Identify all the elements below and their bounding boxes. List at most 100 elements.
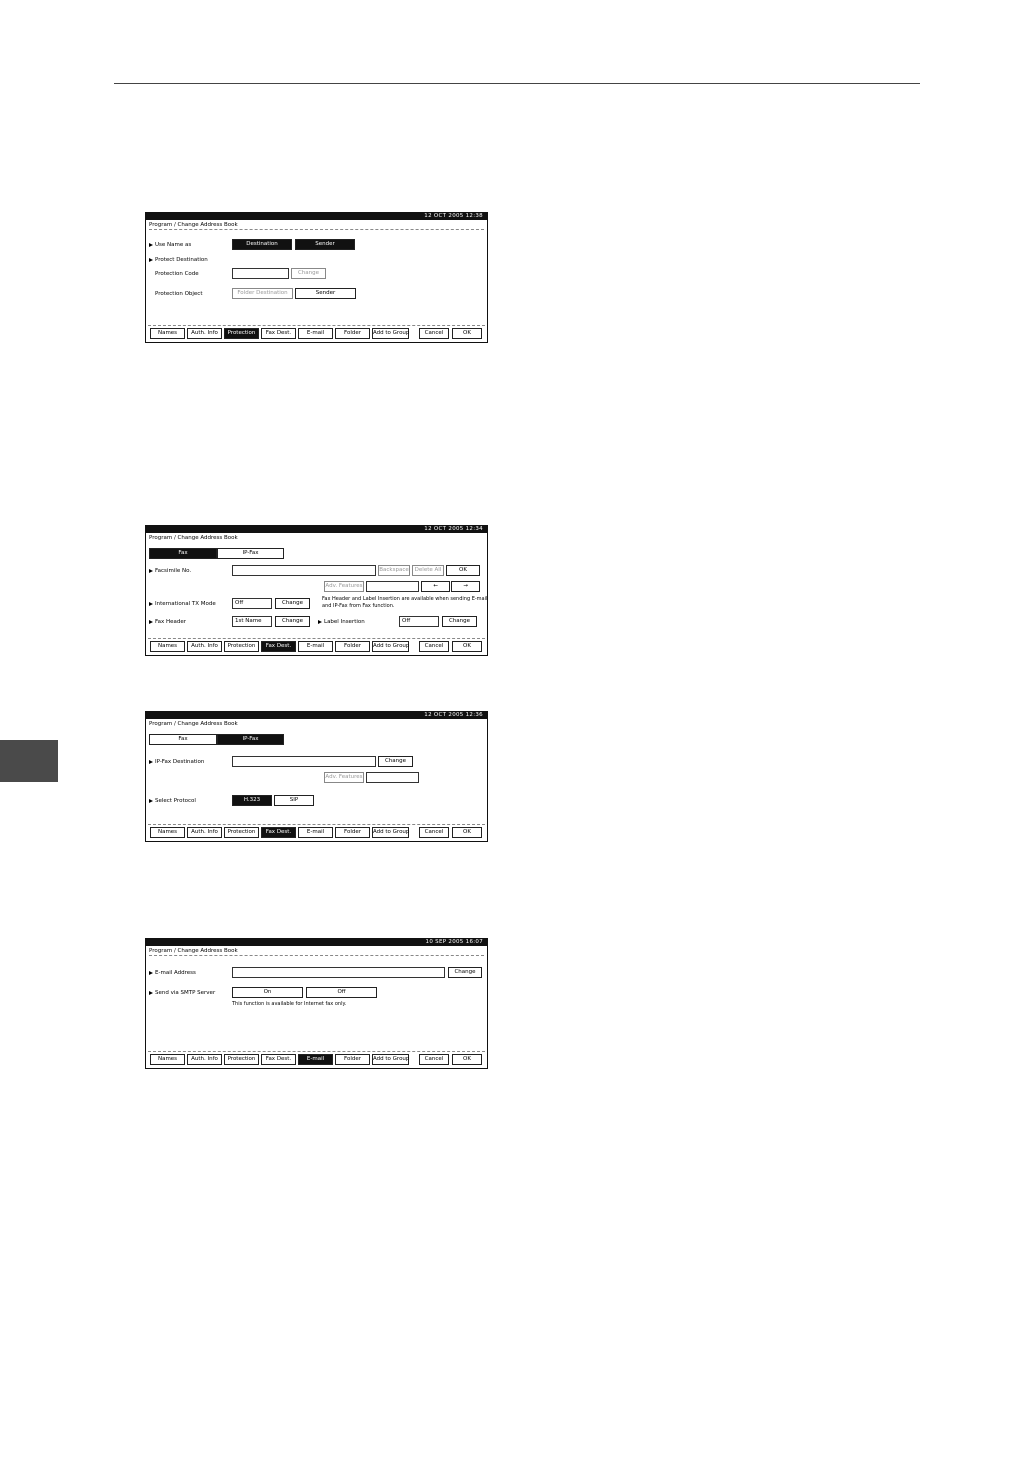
international-tx-change-button[interactable]: Change (275, 598, 310, 609)
bottom-tabs: Names Auth. Info Protection Fax Dest. E-… (148, 824, 485, 839)
email-address-label: E-mail Address (149, 970, 196, 976)
tab-add-to-group[interactable]: Add to Group (372, 827, 409, 838)
sender-object-button[interactable]: Sender (295, 288, 356, 299)
sender-button[interactable]: Sender (295, 239, 355, 250)
tab-folder[interactable]: Folder (335, 1054, 370, 1065)
tab-folder[interactable]: Folder (335, 328, 370, 339)
cursor-right-button[interactable]: → (451, 581, 480, 592)
cancel-button[interactable]: Cancel (419, 328, 449, 339)
arrow-icon (149, 990, 153, 995)
change-button[interactable]: Change (291, 268, 326, 279)
availability-note-line1: Fax Header and Label Insertion are avail… (322, 596, 488, 602)
header-rule (114, 83, 920, 84)
cancel-button[interactable]: Cancel (419, 1054, 449, 1065)
tab-ip-fax[interactable]: IP-Fax (217, 548, 284, 559)
status-bar: 12 OCT 2005 12:36 (146, 712, 487, 719)
sip-button[interactable]: SIP (274, 795, 314, 806)
tab-fax[interactable]: Fax (149, 548, 217, 559)
adv-features-button[interactable]: Adv. Features (324, 581, 364, 592)
tab-fax[interactable]: Fax (149, 734, 217, 745)
tab-protection[interactable]: Protection (224, 328, 259, 339)
internet-fax-note: This function is available for Internet … (232, 1001, 347, 1007)
datetime: 12 OCT 2005 12:34 (424, 526, 483, 532)
email-address-field[interactable] (232, 967, 445, 978)
ip-fax-destination-field[interactable] (232, 756, 376, 767)
fax-header-change-button[interactable]: Change (275, 616, 310, 627)
datetime: 10 SEP 2005 16:07 (425, 939, 483, 945)
ok-button[interactable]: OK (452, 328, 482, 339)
tab-add-to-group[interactable]: Add to Group (372, 641, 409, 652)
facsimile-no-label: Facsimile No. (149, 568, 191, 574)
tab-email[interactable]: E-mail (298, 641, 333, 652)
fax-header-label: Fax Header (149, 619, 186, 625)
separator (149, 955, 484, 956)
tab-auth-info[interactable]: Auth. Info (187, 1054, 222, 1065)
arrow-icon (149, 798, 153, 803)
status-bar: 12 OCT 2005 12:38 (146, 213, 487, 220)
tab-email[interactable]: E-mail (298, 328, 333, 339)
tab-names[interactable]: Names (150, 641, 185, 652)
delete-all-button[interactable]: Delete All (412, 565, 444, 576)
fax-dest-fax-screen: 12 OCT 2005 12:34 Program / Change Addre… (145, 525, 488, 656)
protect-destination-label: Protect Destination (149, 257, 208, 263)
folder-destination-button[interactable]: Folder Destination (232, 288, 293, 299)
tab-auth-info[interactable]: Auth. Info (187, 827, 222, 838)
protection-code-field[interactable] (232, 268, 289, 279)
tab-auth-info[interactable]: Auth. Info (187, 641, 222, 652)
cursor-left-button[interactable]: ← (421, 581, 450, 592)
label-insertion-change-button[interactable]: Change (442, 616, 477, 627)
tab-names[interactable]: Names (150, 1054, 185, 1065)
tab-protection[interactable]: Protection (224, 1054, 259, 1065)
screen-title: Program / Change Address Book (149, 222, 238, 228)
arrow-icon (149, 601, 153, 606)
tab-email[interactable]: E-mail (298, 827, 333, 838)
arrow-icon (149, 568, 153, 573)
arrow-icon (318, 619, 322, 624)
facsimile-no-field[interactable] (232, 565, 376, 576)
tab-ip-fax[interactable]: IP-Fax (217, 734, 284, 745)
tab-names[interactable]: Names (150, 328, 185, 339)
cancel-button[interactable]: Cancel (419, 641, 449, 652)
smtp-off-button[interactable]: Off (306, 987, 377, 998)
tab-fax-dest[interactable]: Fax Dest. (261, 1054, 296, 1065)
tab-folder[interactable]: Folder (335, 827, 370, 838)
ip-fax-change-button[interactable]: Change (378, 756, 413, 767)
tab-fax-dest[interactable]: Fax Dest. (261, 328, 296, 339)
tab-names[interactable]: Names (150, 827, 185, 838)
separator (149, 229, 484, 230)
screen-title: Program / Change Address Book (149, 721, 238, 727)
tab-protection[interactable]: Protection (224, 641, 259, 652)
tab-fax-dest[interactable]: Fax Dest. (261, 641, 296, 652)
email-change-button[interactable]: Change (448, 967, 482, 978)
ok-button[interactable]: OK (452, 1054, 482, 1065)
tab-email[interactable]: E-mail (298, 1054, 333, 1065)
datetime: 12 OCT 2005 12:36 (424, 712, 483, 718)
adv-features-field (366, 581, 419, 592)
tab-protection[interactable]: Protection (224, 827, 259, 838)
screen-title: Program / Change Address Book (149, 535, 238, 541)
cancel-button[interactable]: Cancel (419, 827, 449, 838)
smtp-on-button[interactable]: On (232, 987, 303, 998)
use-name-as-label: Use Name as (149, 242, 191, 248)
international-tx-label: International TX Mode (149, 601, 216, 607)
tab-fax-dest[interactable]: Fax Dest. (261, 827, 296, 838)
backspace-button[interactable]: Backspace (378, 565, 410, 576)
destination-button[interactable]: Destination (232, 239, 292, 250)
arrow-icon (149, 619, 153, 624)
email-screen: 10 SEP 2005 16:07 Program / Change Addre… (145, 938, 488, 1069)
tab-folder[interactable]: Folder (335, 641, 370, 652)
adv-features-button[interactable]: Adv. Features (324, 772, 364, 783)
tab-add-to-group[interactable]: Add to Group (372, 328, 409, 339)
protection-object-label: Protection Object (155, 291, 203, 297)
h323-button[interactable]: H.323 (232, 795, 272, 806)
ok-button[interactable]: OK (452, 641, 482, 652)
status-bar: 10 SEP 2005 16:07 (146, 939, 487, 946)
number-ok-button[interactable]: OK (446, 565, 480, 576)
ok-button[interactable]: OK (452, 827, 482, 838)
tab-add-to-group[interactable]: Add to Group (372, 1054, 409, 1065)
arrow-icon (149, 257, 153, 262)
tab-auth-info[interactable]: Auth. Info (187, 328, 222, 339)
protection-screen: 12 OCT 2005 12:38 Program / Change Addre… (145, 212, 488, 343)
datetime: 12 OCT 2005 12:38 (424, 213, 483, 219)
arrow-icon (149, 759, 153, 764)
